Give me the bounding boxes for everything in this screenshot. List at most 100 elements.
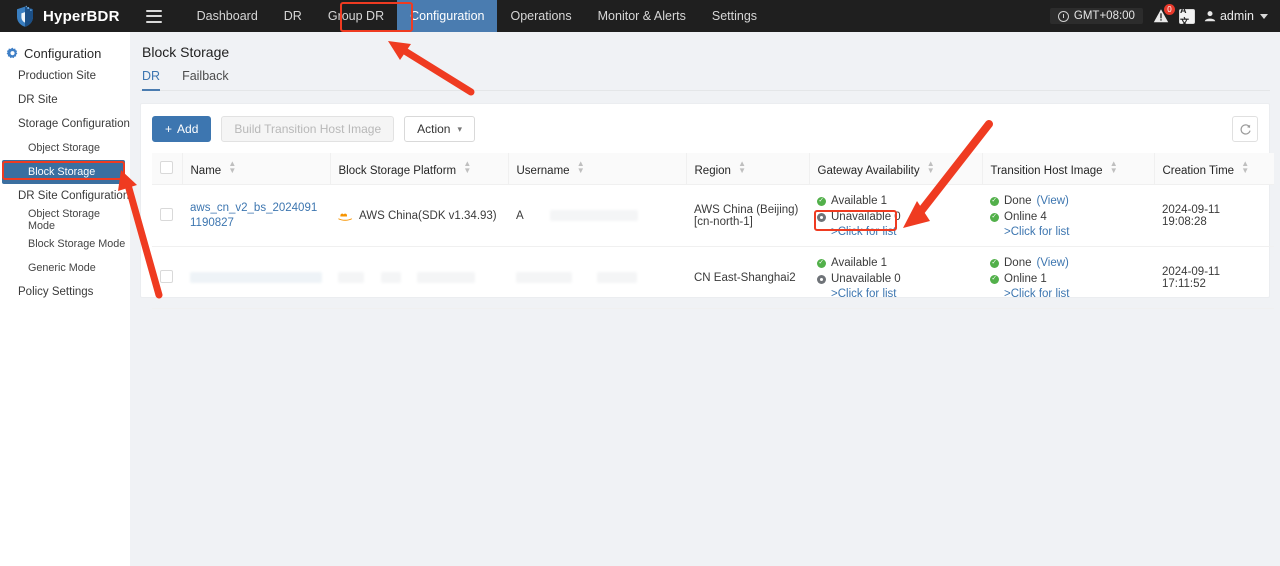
region-value: AWS China (Beijing)[cn-north-1] <box>694 203 799 228</box>
top-nav-right-tools: GMT+08:00 0 A文 admin <box>1049 4 1280 27</box>
page-title: Block Storage <box>142 44 230 60</box>
sidebar-item-block-storage[interactable]: Block Storage <box>2 160 125 184</box>
sidebar-item-object-storage-mode[interactable]: Object Storage Mode <box>0 208 130 232</box>
select-all-header <box>152 153 183 185</box>
hamburger-menu-icon[interactable] <box>145 9 162 23</box>
top-navigation-bar: HyperBDR Dashboard DR Group DR Configura… <box>0 0 1280 32</box>
storage-name-link[interactable]: aws_cn_v2_bs_20240911190827 <box>190 202 317 229</box>
sidebar-item-dr-site[interactable]: DR Site <box>0 88 130 112</box>
sort-icon[interactable]: ▲ ▼ <box>927 160 935 175</box>
transition-done-label: Done <box>1004 195 1032 207</box>
cell-name: aws_cn_v2_bs_20240911190827 <box>182 184 330 247</box>
build-transition-host-image-button: Build Transition Host Image <box>221 116 395 142</box>
nav-item-operations[interactable]: Operations <box>497 0 584 32</box>
column-header-gateway-availability[interactable]: Gateway Availability ▲ ▼ <box>809 153 983 185</box>
column-header-platform[interactable]: Block Storage Platform ▲ ▼ <box>330 153 509 185</box>
refresh-button[interactable] <box>1232 116 1258 142</box>
sort-icon[interactable]: ▲ ▼ <box>228 160 236 175</box>
gateway-available-line: Available 1 <box>817 193 974 209</box>
table-row[interactable]: CN East-Shanghai2 Available 1 Unavailabl… <box>152 246 1274 309</box>
sort-icon[interactable]: ▲ ▼ <box>577 160 585 175</box>
gateway-click-for-list-link[interactable]: >Click for list <box>831 288 897 300</box>
sidebar-item-generic-mode[interactable]: Generic Mode <box>0 256 130 280</box>
cell-region: CN East-Shanghai2 <box>686 246 809 309</box>
sort-icon[interactable]: ▲ ▼ <box>1241 160 1249 175</box>
transition-click-for-list-link[interactable]: >Click for list <box>1004 226 1070 238</box>
gateway-unavailable-line: Unavailable 0 <box>817 209 974 225</box>
nav-item-dashboard[interactable]: Dashboard <box>184 0 271 32</box>
gear-icon <box>6 47 19 60</box>
redacted-platform-block <box>417 271 476 283</box>
nav-item-dr[interactable]: DR <box>271 0 315 32</box>
column-label-platform: Block Storage Platform <box>338 165 457 177</box>
content-card: + Add Build Transition Host Image Action… <box>140 103 1274 309</box>
column-label-creation-time: Creation Time <box>1162 165 1235 177</box>
status-ok-icon <box>817 195 826 206</box>
sidebar-item-dr-site-configuration[interactable]: DR Site Configuration <box>0 184 130 208</box>
select-all-checkbox[interactable] <box>160 160 173 174</box>
row-checkbox[interactable] <box>160 269 173 283</box>
status-ok-icon <box>990 273 999 284</box>
refresh-icon <box>1240 123 1251 135</box>
transition-view-link[interactable]: (View) <box>1037 255 1069 271</box>
gateway-available-label: Available 1 <box>831 257 888 269</box>
brand-logo-area[interactable]: HyperBDR <box>0 5 130 28</box>
gateway-unavailable-label: Unavailable 0 <box>831 211 901 223</box>
username-value: A <box>516 209 524 222</box>
sidebar-item-block-storage-mode[interactable]: Block Storage Mode <box>0 232 130 256</box>
page-body: Configuration Production Site DR Site St… <box>0 32 1280 566</box>
user-menu[interactable]: admin <box>1204 9 1268 23</box>
sidebar-item-storage-configuration[interactable]: Storage Configuration <box>0 112 130 136</box>
chevron-down-icon <box>1260 13 1268 19</box>
table-row[interactable]: aws_cn_v2_bs_20240911190827 AWS China(SD… <box>152 184 1274 247</box>
cell-region: AWS China (Beijing)[cn-north-1] <box>686 184 809 247</box>
gateway-available-label: Available 1 <box>831 195 888 207</box>
nav-item-monitor-alerts[interactable]: Monitor & Alerts <box>585 0 699 32</box>
sort-icon[interactable]: ▲ ▼ <box>738 160 746 175</box>
tab-dr[interactable]: DR <box>142 69 161 91</box>
status-ok-icon <box>990 257 999 268</box>
timezone-indicator[interactable]: GMT+08:00 <box>1049 8 1143 24</box>
column-header-name[interactable]: Name ▲ ▼ <box>182 153 331 185</box>
column-header-username[interactable]: Username ▲ ▼ <box>508 153 687 185</box>
status-ok-icon <box>990 211 999 222</box>
avatar-icon <box>1204 11 1216 22</box>
main-content: Block Storage DR Failback + Add Build Tr… <box>130 32 1280 566</box>
nav-item-group-dr[interactable]: Group DR <box>315 0 397 32</box>
column-header-creation-time[interactable]: Creation Time ▲ ▼ <box>1154 153 1274 185</box>
sort-icon[interactable]: ▲ ▼ <box>1110 160 1118 175</box>
sidebar-item-production-site[interactable]: Production Site <box>0 64 130 88</box>
row-select-cell <box>152 184 182 247</box>
column-header-region[interactable]: Region ▲ ▼ <box>686 153 810 185</box>
language-switch-icon[interactable]: A文 <box>1178 5 1195 27</box>
transition-click-for-list-wrap: >Click for list <box>990 226 1146 238</box>
sidebar-item-policy-settings[interactable]: Policy Settings <box>0 280 130 304</box>
add-button[interactable]: + Add <box>152 116 212 142</box>
status-neutral-icon <box>817 212 826 222</box>
gateway-click-for-list-link[interactable]: >Click for list <box>831 226 897 238</box>
alert-count-badge: 0 <box>1163 4 1175 15</box>
action-dropdown-button[interactable]: Action ▾ <box>404 116 476 142</box>
column-header-transition-host-image[interactable]: Transition Host Image ▲ ▼ <box>982 153 1155 185</box>
alert-bell-button[interactable]: 0 <box>1152 4 1175 25</box>
redacted-name-block <box>190 271 322 283</box>
column-label-gateway: Gateway Availability <box>817 165 920 177</box>
redacted-platform-block <box>381 271 402 283</box>
sidebar-item-object-storage[interactable]: Object Storage <box>0 136 130 160</box>
transition-view-link[interactable]: (View) <box>1037 193 1069 209</box>
cell-creation-time: 2024-09-11 19:08:28 <box>1154 184 1274 247</box>
gateway-unavailable-line: Unavailable 0 <box>817 271 974 287</box>
transition-click-for-list-wrap: >Click for list <box>990 288 1146 300</box>
sidebar-title-label: Configuration <box>24 45 102 61</box>
sort-icon[interactable]: ▲ ▼ <box>463 160 471 175</box>
transition-done-line: Done (View) <box>990 193 1146 209</box>
transition-click-for-list-link[interactable]: >Click for list <box>1004 288 1070 300</box>
cell-transition-host-image: Done (View) Online 1 >Click for list <box>982 246 1154 309</box>
sidebar-title: Configuration <box>0 42 130 64</box>
redacted-platform-block <box>338 271 364 283</box>
nav-item-configuration[interactable]: Configuration <box>397 0 498 32</box>
nav-item-settings[interactable]: Settings <box>699 0 770 32</box>
user-name-label: admin <box>1219 9 1254 23</box>
row-checkbox[interactable] <box>160 207 173 221</box>
tab-failback[interactable]: Failback <box>182 69 229 90</box>
